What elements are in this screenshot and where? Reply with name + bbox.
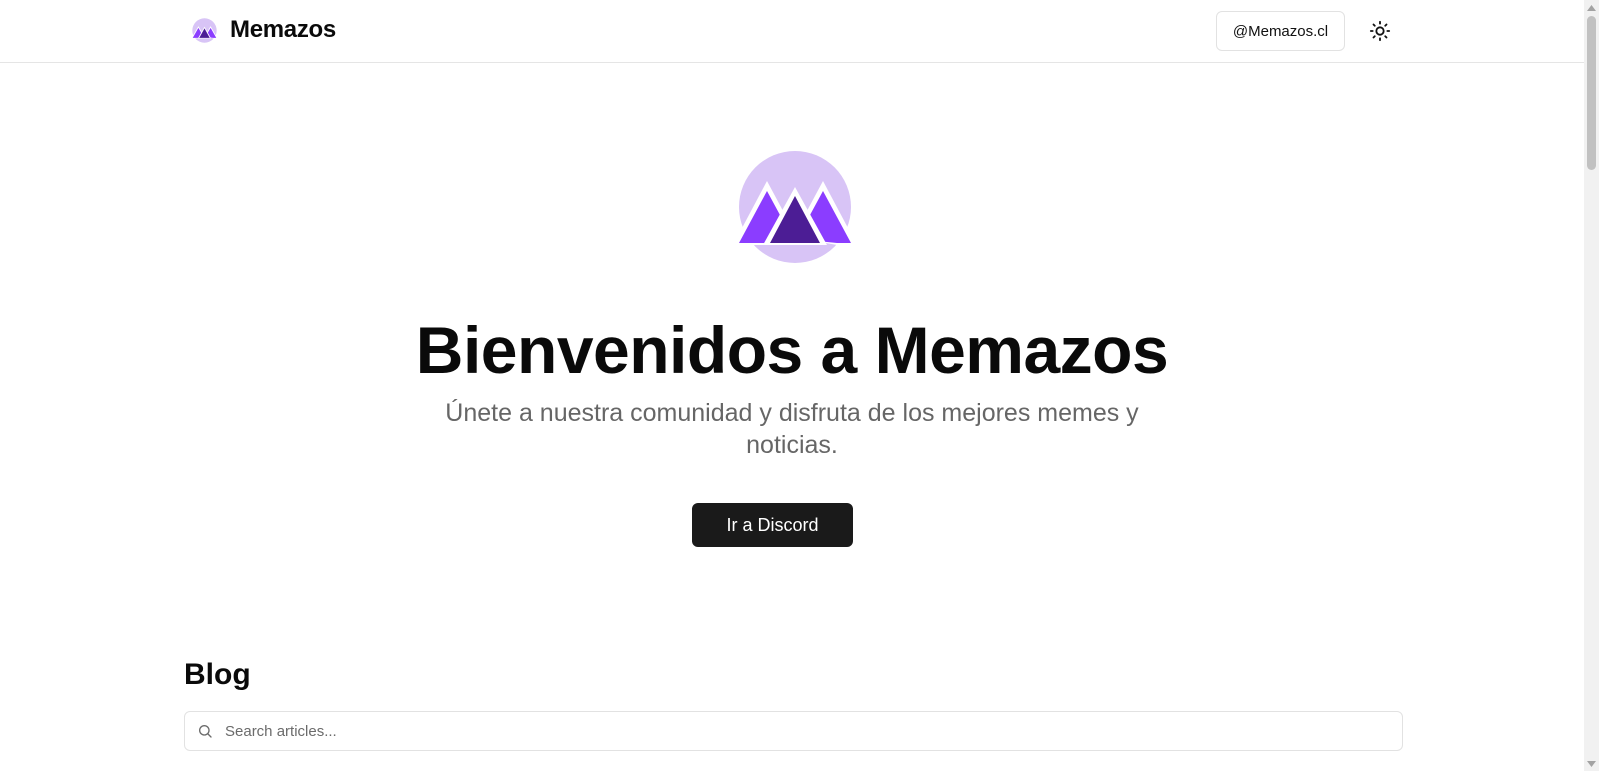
discord-button[interactable]: Ir a Discord <box>692 503 853 547</box>
social-handle-button[interactable]: @Memazos.cl <box>1216 11 1345 51</box>
page-scrollbar[interactable] <box>1584 0 1599 771</box>
blog-heading: Blog <box>184 658 251 691</box>
theme-toggle-button[interactable] <box>1364 15 1396 47</box>
scroll-up-arrow-icon[interactable] <box>1584 0 1599 15</box>
scroll-thumb[interactable] <box>1587 16 1596 170</box>
sun-icon <box>1369 20 1391 42</box>
memazos-logo-icon <box>191 17 218 43</box>
scroll-down-arrow-icon[interactable] <box>1584 756 1599 771</box>
hero-logo-icon <box>733 151 857 263</box>
search-box <box>184 711 1403 751</box>
hero-title: Bienvenidos a Memazos <box>415 313 1169 387</box>
brand-link[interactable]: Memazos <box>191 16 336 44</box>
search-input[interactable] <box>225 712 1402 750</box>
hero-subtitle: Únete a nuestra comunidad y disfruta de … <box>445 399 1139 459</box>
search-icon <box>199 725 212 738</box>
brand-name: Memazos <box>230 16 336 43</box>
site-header: Memazos @Memazos.cl <box>0 0 1584 63</box>
